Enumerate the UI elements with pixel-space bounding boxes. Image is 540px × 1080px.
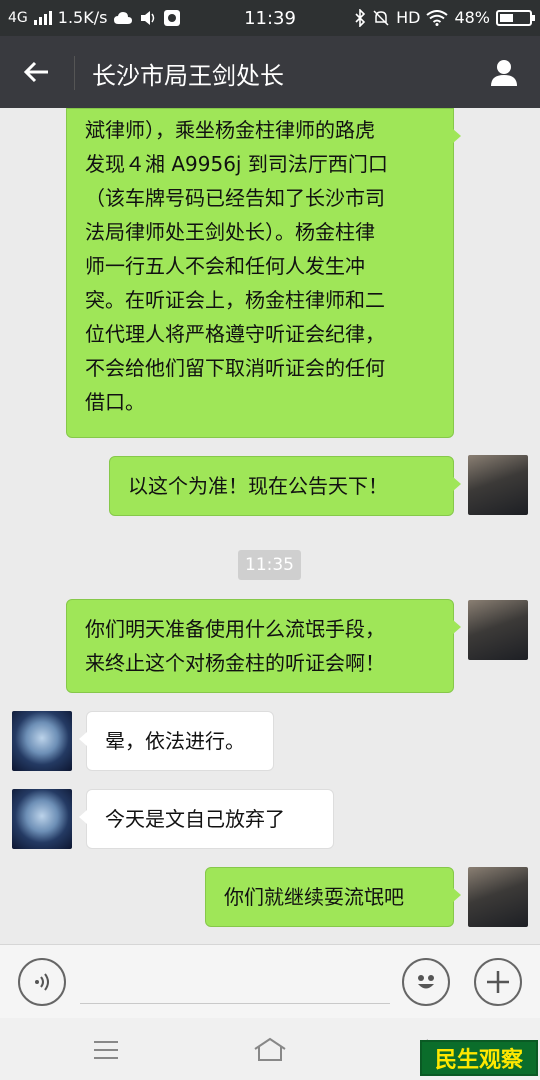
message-text: 你们就继续耍流氓吧 bbox=[224, 885, 404, 909]
emoji-icon bbox=[418, 975, 434, 989]
message-line: 师一行五人不会和任何人发生冲 bbox=[85, 254, 365, 278]
menu-icon bbox=[94, 1041, 118, 1059]
status-bar: 4G 1.5K/s 11:39 HD 48% bbox=[0, 0, 540, 36]
message-line: 来终止这个对杨金柱的听证会啊！ bbox=[85, 651, 385, 675]
message-bubble-incoming[interactable]: 今天是文自己放弃了 bbox=[79, 789, 334, 849]
message-bubble[interactable]: 以这个为准！现在公告天下！ bbox=[109, 456, 461, 516]
message-bubble[interactable]: 你们就继续耍流氓吧 bbox=[205, 867, 461, 927]
battery-fill bbox=[500, 13, 513, 22]
message-line: 你们明天准备使用什么流氓手段， bbox=[85, 617, 385, 641]
message-line: 不会给他们留下取消听证会的任何 bbox=[85, 356, 385, 380]
battery-icon bbox=[496, 9, 535, 26]
message-line: 斌律师），乘坐杨金柱律师的路虎 bbox=[85, 118, 375, 142]
title-divider bbox=[74, 56, 75, 90]
input-bar bbox=[0, 944, 540, 1018]
message-line: 发现４湘 A9956j 到司法厅西门口 bbox=[85, 152, 388, 176]
message-input[interactable] bbox=[80, 1003, 390, 1004]
battery-percent: 48% bbox=[454, 8, 490, 27]
message-line: （该车牌号码已经告知了长沙市司 bbox=[85, 186, 385, 210]
message-bubble-incoming[interactable]: 晕，依法进行。 bbox=[79, 711, 274, 771]
avatar-self[interactable] bbox=[468, 867, 528, 927]
message-line: 位代理人将严格遵守听证会纪律， bbox=[85, 322, 385, 346]
message-text: 今天是文自己放弃了 bbox=[105, 807, 285, 831]
message-timestamp: 11:35 bbox=[238, 550, 301, 580]
avatar-contact[interactable] bbox=[12, 789, 72, 849]
mute-bell-icon bbox=[373, 9, 389, 26]
message-text: 晕，依法进行。 bbox=[105, 729, 245, 753]
title-bar: 长沙市局王剑处长 bbox=[0, 36, 540, 108]
back-button[interactable] bbox=[12, 50, 60, 94]
message-line: 法局律师处王剑处长）。杨金柱律 bbox=[85, 220, 375, 244]
message-bubble[interactable]: 你们明天准备使用什么流氓手段， 来终止这个对杨金柱的听证会啊！ bbox=[66, 599, 461, 693]
bluetooth-icon bbox=[355, 8, 366, 27]
message-text: 以这个为准！现在公告天下！ bbox=[128, 474, 388, 498]
wifi-icon bbox=[426, 9, 449, 26]
watermark-logo: 民生观察 bbox=[420, 1040, 538, 1076]
avatar-self[interactable] bbox=[468, 455, 528, 515]
voice-button[interactable] bbox=[18, 958, 66, 1006]
message-line: 突。在听证会上，杨金柱律师和二 bbox=[85, 288, 385, 312]
hd-label: HD bbox=[396, 8, 421, 27]
avatar-self[interactable] bbox=[468, 600, 528, 660]
plus-icon bbox=[487, 971, 509, 993]
avatar-contact[interactable] bbox=[12, 711, 72, 771]
profile-button[interactable] bbox=[480, 50, 528, 94]
home-icon bbox=[254, 1037, 286, 1061]
plus-button[interactable] bbox=[474, 958, 522, 1006]
nav-menu-button[interactable] bbox=[86, 1032, 126, 1068]
message-bubble-long[interactable]: 斌律师），乘坐杨金柱律师的路虎 发现４湘 A9956j 到司法厅西门口 （该车牌… bbox=[66, 108, 461, 438]
status-right: HD 48% bbox=[354, 8, 535, 27]
person-icon bbox=[491, 60, 517, 86]
message-line: 借口。 bbox=[85, 390, 145, 414]
nav-home-button[interactable] bbox=[250, 1032, 290, 1068]
voice-icon bbox=[35, 973, 49, 991]
arrow-left-icon bbox=[23, 61, 48, 83]
chat-title: 长沙市局王剑处长 bbox=[92, 62, 284, 90]
emoji-button[interactable] bbox=[402, 958, 450, 1006]
